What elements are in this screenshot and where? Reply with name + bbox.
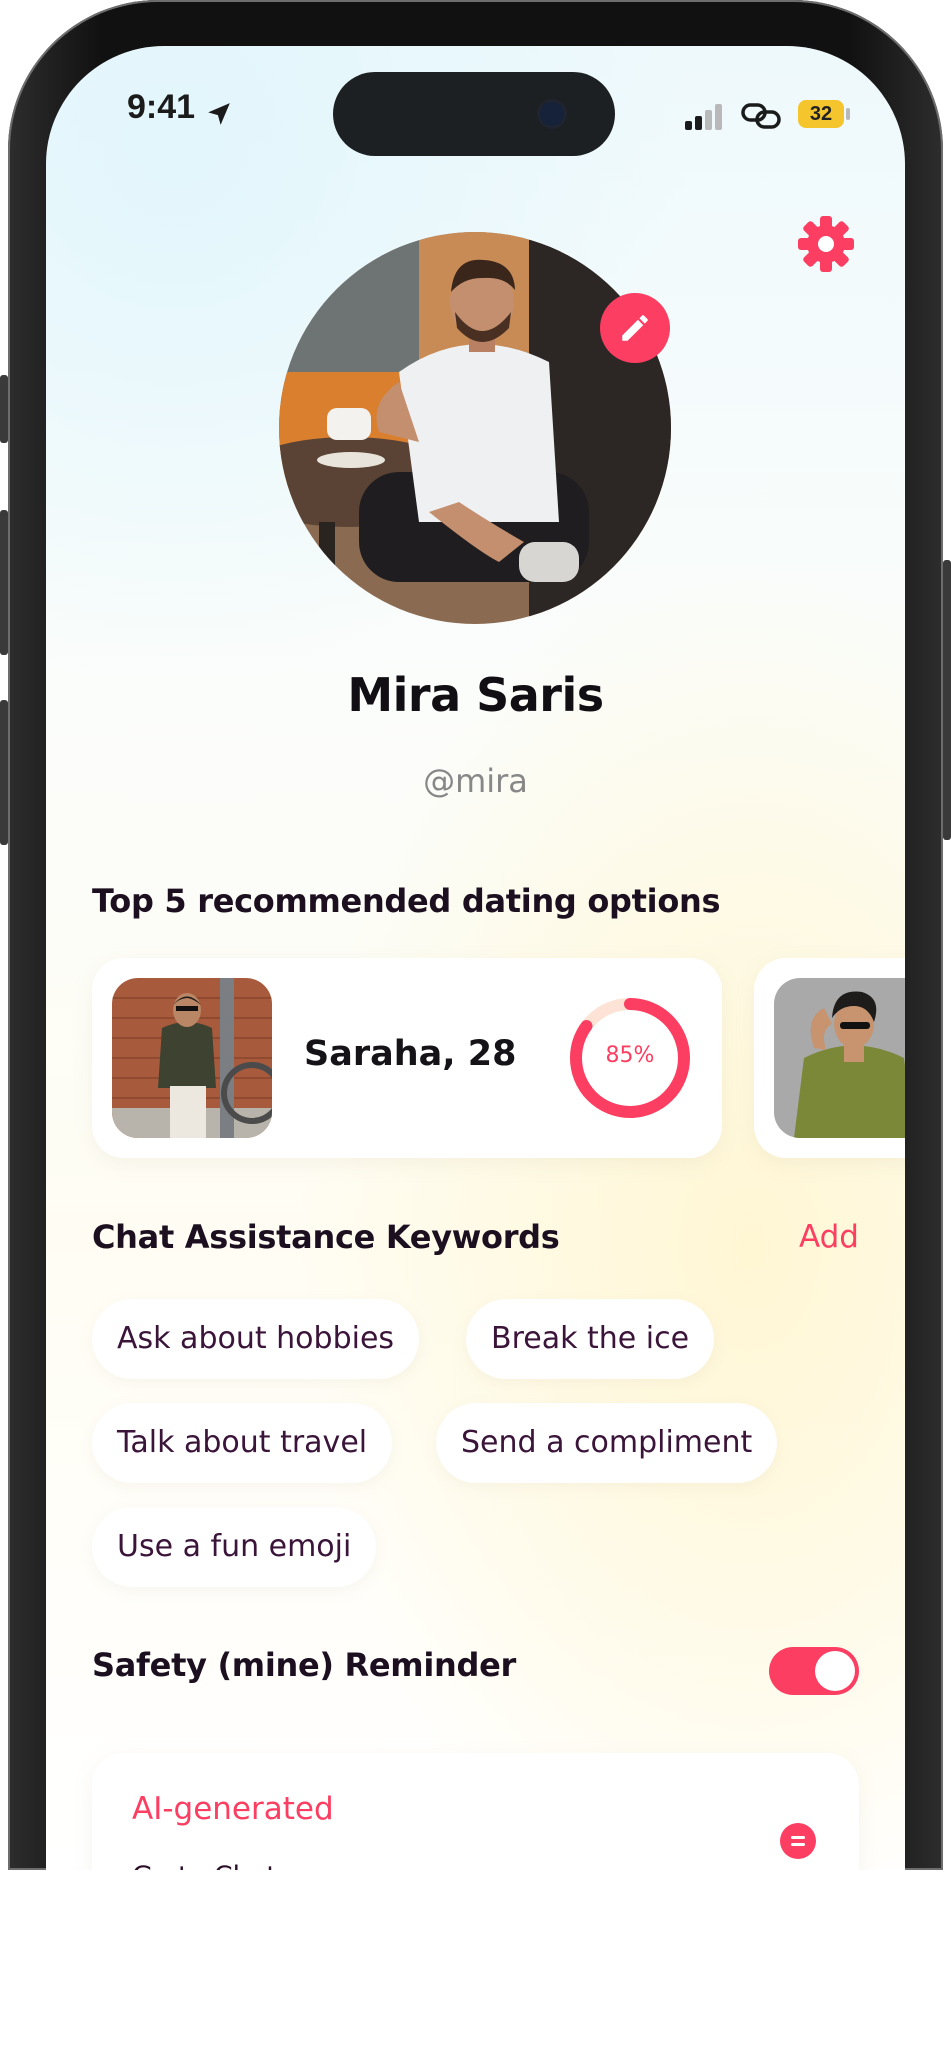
cellular-signal-icon: [685, 104, 722, 130]
battery-indicator: 32: [798, 100, 844, 128]
profile-handle: @mira: [423, 762, 528, 800]
match-percent-label: 85%: [605, 1043, 655, 1068]
add-keyword-button[interactable]: Add: [799, 1219, 859, 1255]
toggle-knob: [815, 1651, 855, 1691]
app-screen: 9:41 32 Mira Saris @mira Top 5 recommend…: [46, 46, 905, 1870]
dynamic-island: [333, 72, 615, 156]
profile-photo: [279, 232, 671, 624]
safety-title: Safety (mine) Reminder: [92, 1646, 516, 1684]
gear-icon[interactable]: [798, 216, 854, 272]
match-photo: [774, 978, 905, 1138]
volume-up-button: [0, 510, 8, 655]
recommendations-title: Top 5 recommended dating options: [92, 882, 721, 920]
keywords-title: Chat Assistance Keywords: [92, 1218, 560, 1256]
profile-name: Mira Saris: [347, 668, 604, 722]
edit-photo-button[interactable]: [600, 293, 670, 363]
status-time: 9:41: [127, 88, 196, 126]
power-button: [943, 560, 951, 840]
safety-toggle[interactable]: [769, 1647, 859, 1695]
match-card[interactable]: Saraha, 28 85%: [92, 958, 722, 1158]
keyword-chip[interactable]: Ask about hobbies: [92, 1299, 420, 1379]
match-card[interactable]: [754, 958, 905, 1158]
battery-cap: [846, 108, 850, 120]
match-name: Saraha, 28: [304, 1034, 517, 1074]
volume-down-button: [0, 700, 8, 845]
chat-bubble-icon[interactable]: [780, 1823, 816, 1859]
keyword-chip[interactable]: Talk about travel: [92, 1403, 393, 1483]
chain-link-icon: [741, 103, 781, 129]
location-arrow-icon: [208, 103, 230, 125]
ai-card-title: AI-generated: [132, 1791, 334, 1827]
front-camera: [540, 102, 564, 126]
ai-generated-card[interactable]: AI-generated Go to Chat: [92, 1753, 859, 1870]
keyword-chip[interactable]: Break the ice: [466, 1299, 715, 1379]
keyword-chip[interactable]: Use a fun emoji: [92, 1507, 377, 1587]
keyword-chip[interactable]: Send a compliment: [436, 1403, 778, 1483]
pencil-icon: [622, 315, 648, 341]
go-to-chat-link[interactable]: Go to Chat: [132, 1861, 277, 1870]
match-photo: [112, 978, 272, 1138]
mute-switch: [0, 375, 8, 443]
